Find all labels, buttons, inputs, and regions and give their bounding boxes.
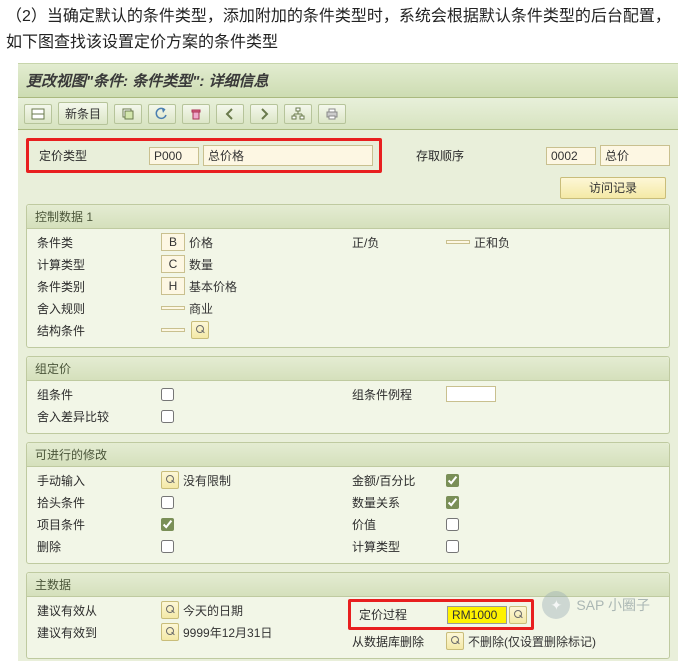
cond-class-desc: 价格 [189,234,213,251]
item-cond-checkbox[interactable] [161,518,174,531]
tree-button[interactable] [284,104,312,124]
panel-modifications-title: 可进行的修改 [27,443,669,467]
value-checkbox[interactable] [446,518,459,531]
manual-desc: 没有限制 [183,472,231,489]
pricing-proc-label: 定价过程 [355,604,447,625]
toggle-view-button[interactable] [24,104,52,124]
new-entries-button[interactable]: 新条目 [58,102,108,125]
amt-pct-checkbox[interactable] [446,474,459,487]
group-rout-label: 组条件例程 [348,384,446,405]
header-row: 定价类型 P000 总价格 存取顺序 0002 总价 [26,138,670,173]
sign-desc: 正和负 [474,234,510,251]
next-button[interactable] [250,104,278,124]
valid-from-f4[interactable] [161,601,179,619]
undo-icon [155,107,169,121]
rounding-label: 舍入规则 [33,298,161,319]
print-icon [325,107,339,121]
pricing-proc-f4[interactable] [509,606,527,624]
window-title: 更改视图"条件: 条件类型": 详细信息 [18,63,678,98]
pricing-type-label: 定价类型 [35,145,149,166]
toolbar: 新条目 [18,98,678,130]
new-entries-label: 新条目 [65,105,101,122]
item-cond-label: 项目条件 [33,514,161,535]
copy-icon [121,107,135,121]
panel-modifications: 可进行的修改 手动输入 没有限制 拾头条件 项目条件 [26,442,670,564]
head-cond-label: 拾头条件 [33,492,161,513]
valid-to-label: 建议有效到 [33,622,161,643]
access-seq-desc[interactable]: 总价 [600,145,670,166]
prev-button[interactable] [216,104,244,124]
access-seq-label: 存取顺序 [412,145,490,166]
pricing-proc-highlight: 定价过程 RM1000 [348,599,534,630]
copy-button[interactable] [114,104,142,124]
calc-type-label: 计算类型 [33,254,161,275]
del-db-f4[interactable] [446,632,464,650]
cond-class-code[interactable]: B [161,233,185,251]
rounding-desc: 商业 [189,300,213,317]
del-db-label: 从数据库删除 [348,631,446,652]
pricing-type-highlight: 定价类型 P000 总价格 [26,138,382,173]
sign-label: 正/负 [348,232,446,253]
panel-control-data-title: 控制数据 1 [27,205,669,229]
group-cond-label: 组条件 [33,384,161,405]
calc-type2-label: 计算类型 [348,536,446,557]
manual-label: 手动输入 [33,470,161,491]
undo-button[interactable] [148,104,176,124]
content-area: 定价类型 P000 总价格 存取顺序 0002 总价 访问记录 控制数据 1 条… [18,130,678,661]
panel-control-data: 控制数据 1 条件类 B 价格 计算类型 C 数量 条件类别 H [26,204,670,348]
pricing-proc-code[interactable]: RM1000 [447,606,507,624]
sign-code[interactable] [446,240,470,244]
group-cond-checkbox[interactable] [161,388,174,401]
amt-pct-label: 金额/百分比 [348,470,446,491]
struct-cond-label: 结构条件 [33,320,161,341]
next-icon [257,107,271,121]
toggle-icon [31,107,45,121]
panel-master-data: 主数据 建议有效从 今天的日期 建议有效到 9999年12月31日 [26,572,670,659]
valid-from-label: 建议有效从 [33,600,161,621]
diff-cmp-checkbox[interactable] [161,410,174,423]
valid-from-desc: 今天的日期 [183,602,243,619]
delete-icon [189,107,203,121]
panel-master-data-title: 主数据 [27,573,669,597]
pricing-type-code[interactable]: P000 [149,147,199,165]
calc-type-code[interactable]: C [161,255,185,273]
struct-cond-f4[interactable] [191,321,209,339]
valid-to-desc: 9999年12月31日 [183,624,272,641]
intro-text: （2）当确定默认的条件类型，添加附加的条件类型时，系统会根据默认条件类型的后台配… [0,0,690,61]
sap-window: 更改视图"条件: 条件类型": 详细信息 新条目 [18,63,678,661]
pricing-type-desc[interactable]: 总价格 [203,145,373,166]
access-log-button[interactable]: 访问记录 [560,177,666,199]
panel-group-pricing: 组定价 组条件 舍入差异比较 组条件例程 [26,356,670,434]
prev-icon [223,107,237,121]
calc-type-desc: 数量 [189,256,213,273]
qty-rel-checkbox[interactable] [446,496,459,509]
diff-cmp-label: 舍入差异比较 [33,406,161,427]
group-rout-input[interactable] [446,386,496,402]
access-seq-code[interactable]: 0002 [546,147,596,165]
qty-rel-label: 数量关系 [348,492,446,513]
cond-cat-label: 条件类别 [33,276,161,297]
delete-button[interactable] [182,104,210,124]
del-db-desc: 不删除(仅设置删除标记) [468,633,596,650]
cond-class-label: 条件类 [33,232,161,253]
manual-f4[interactable] [161,471,179,489]
cond-cat-code[interactable]: H [161,277,185,295]
delete-label: 删除 [33,536,161,557]
struct-cond-code[interactable] [161,328,185,332]
panel-group-pricing-title: 组定价 [27,357,669,381]
value-label: 价值 [348,514,446,535]
valid-to-f4[interactable] [161,623,179,641]
print-button[interactable] [318,104,346,124]
cond-cat-desc: 基本价格 [189,278,237,295]
head-cond-checkbox[interactable] [161,496,174,509]
rounding-code[interactable] [161,306,185,310]
tree-icon [291,107,305,121]
